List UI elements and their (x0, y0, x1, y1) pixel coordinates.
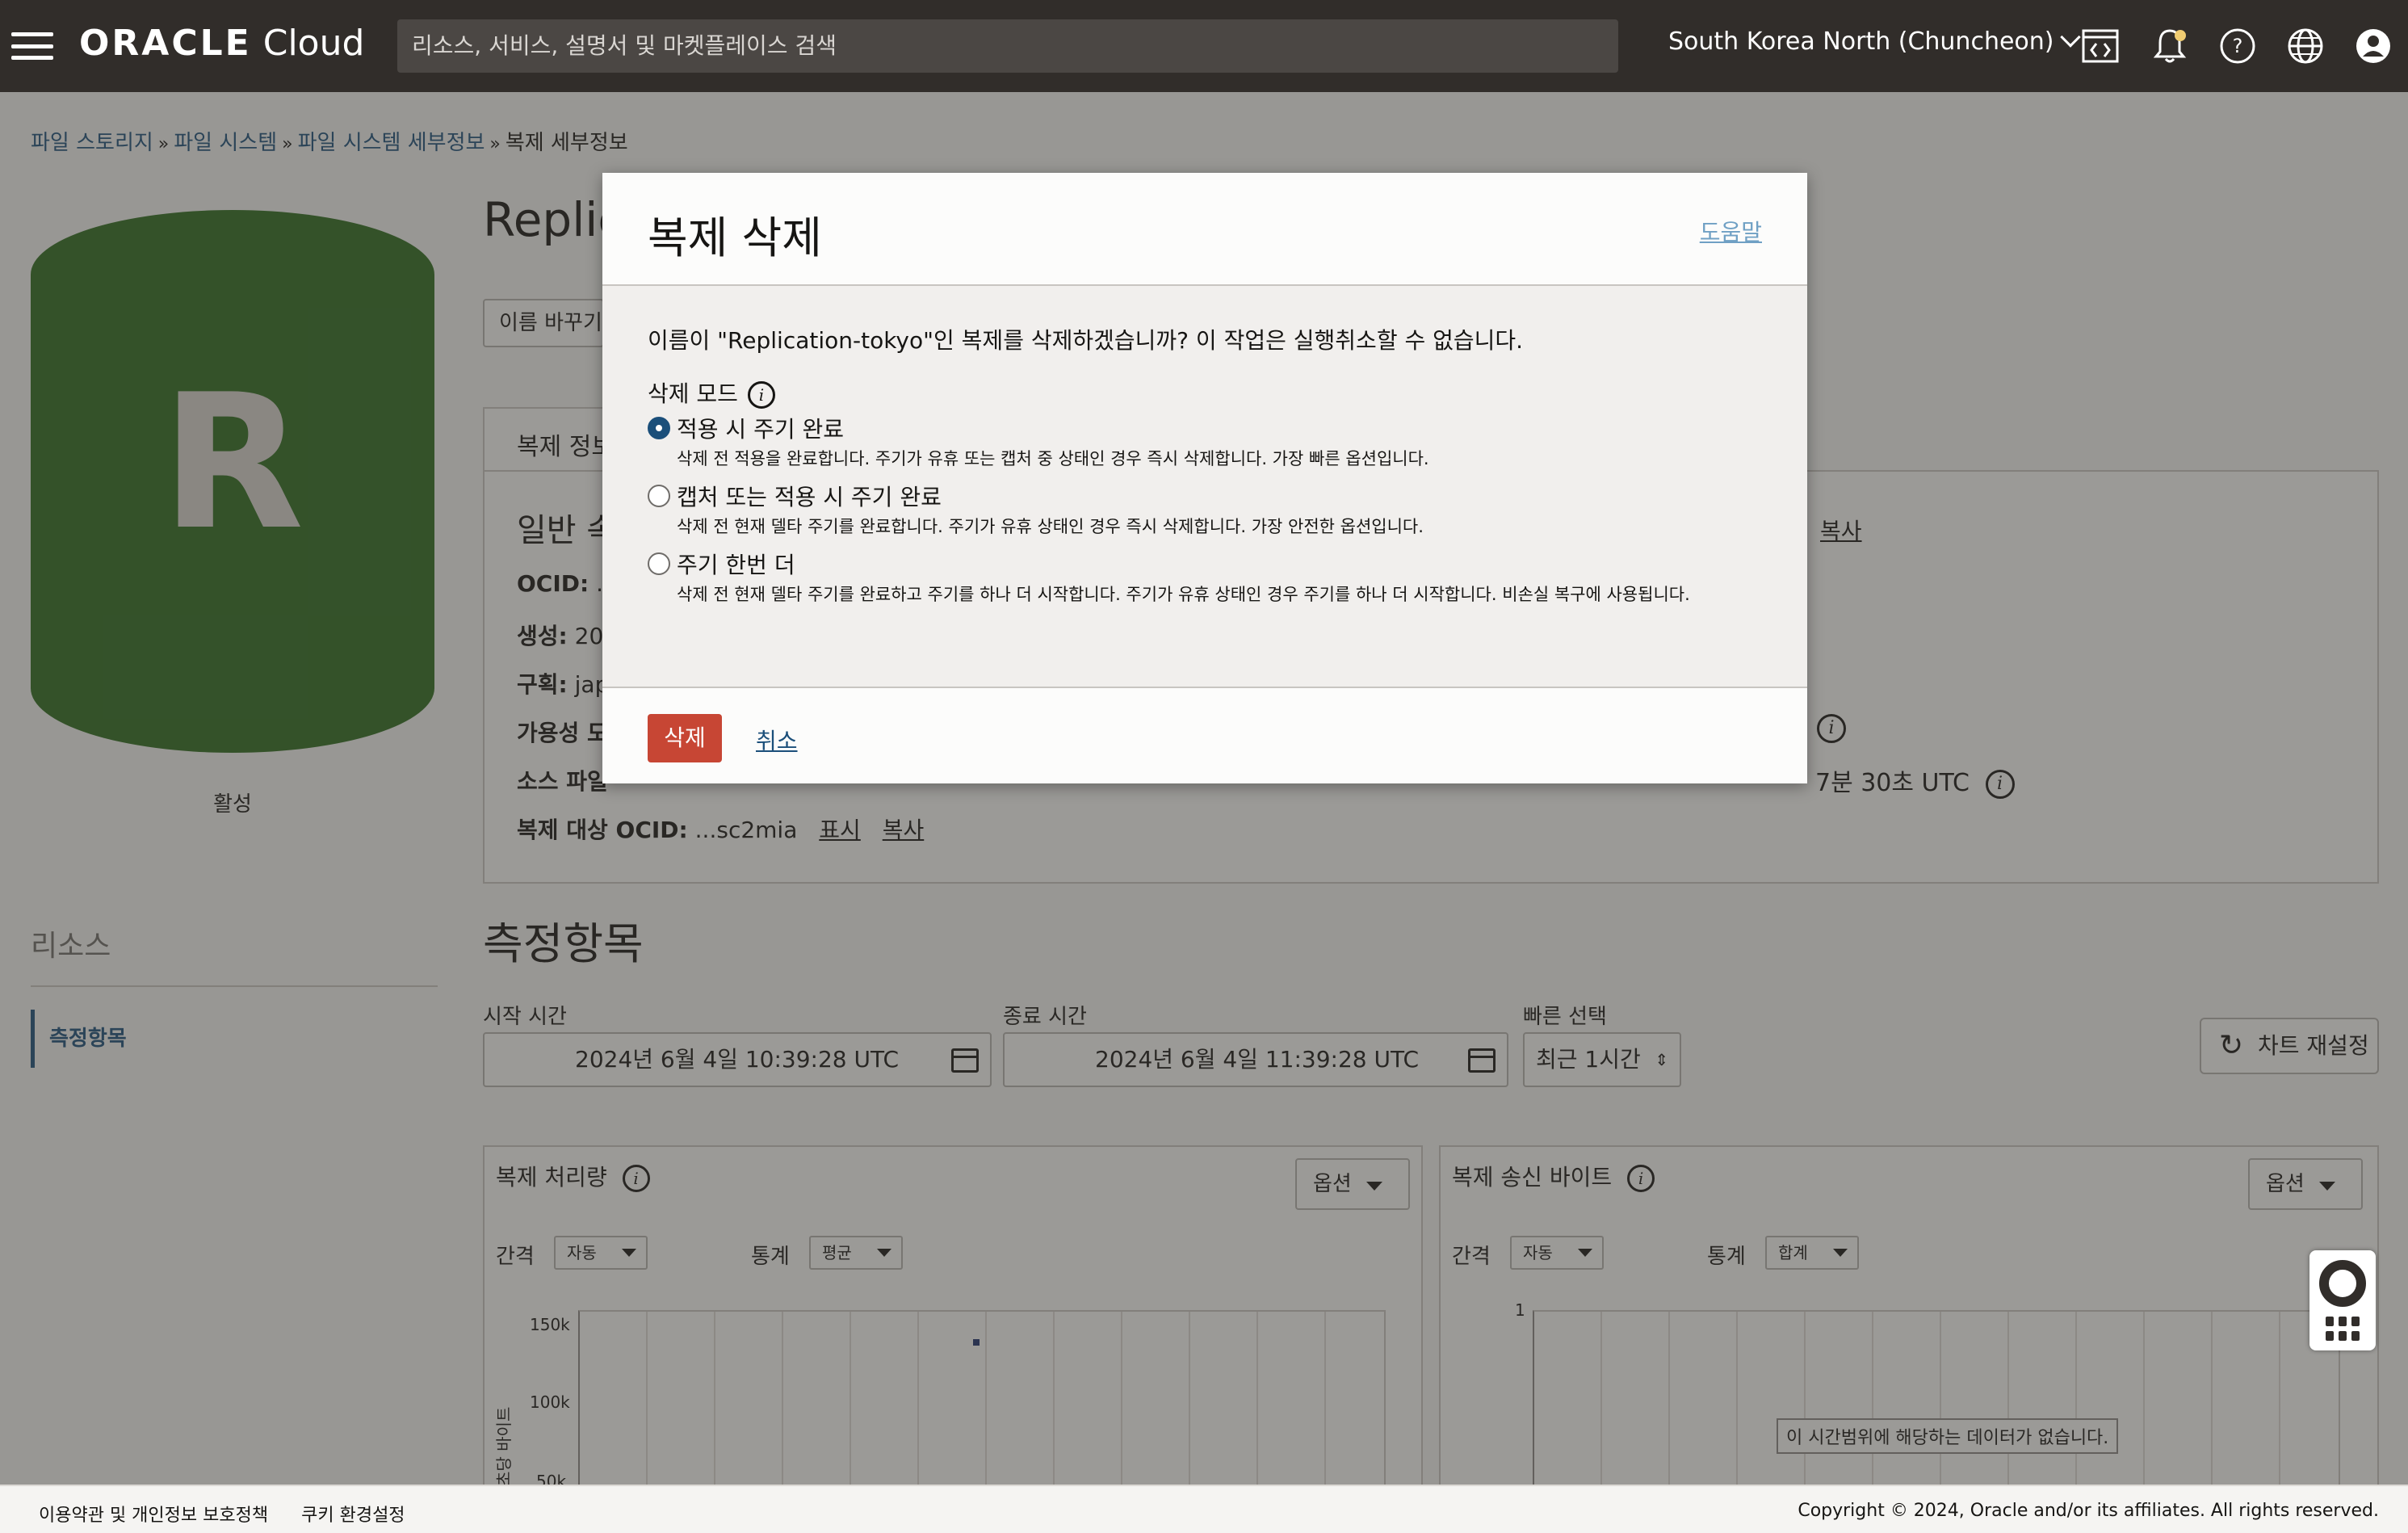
help-widget[interactable] (2309, 1250, 2376, 1350)
help-link[interactable]: 도움말 (1700, 215, 1762, 247)
option-description: 삭제 전 현재 델타 주기를 완료합니다. 주기가 유휴 상태인 경우 즉시 삭… (677, 517, 1424, 536)
lifebuoy-icon (2319, 1260, 2366, 1307)
apps-grid-icon (2326, 1317, 2360, 1341)
option-title: 캡처 또는 적용 시 주기 완료 (677, 484, 942, 510)
code-editor-icon[interactable] (2082, 27, 2119, 65)
radio-button-selected[interactable] (648, 417, 670, 439)
bell-icon[interactable] (2151, 27, 2188, 65)
option-description: 삭제 전 현재 델타 주기를 완료하고 주기를 하나 더 시작합니다. 주기가 … (677, 585, 1690, 604)
chevron-down-icon (2060, 27, 2082, 48)
cookie-preferences-link[interactable]: 쿠키 환경설정 (301, 1506, 405, 1526)
user-icon[interactable] (2355, 27, 2392, 65)
dialog-footer: 삭제 취소 (602, 687, 1807, 783)
delete-mode-label: 삭제 모드 i (648, 376, 775, 409)
menu-icon[interactable] (11, 32, 53, 60)
region-name: South Korea North (Chuncheon) (1668, 27, 2054, 56)
globe-icon[interactable] (2287, 27, 2324, 65)
copyright-text: Copyright © 2024, Oracle and/or its affi… (1798, 1501, 2379, 1521)
delete-button[interactable]: 삭제 (648, 714, 722, 762)
option-title: 적용 시 주기 완료 (677, 416, 845, 443)
confirmation-message: 이름이 "Replication-tokyo"인 복제를 삭제하겠습니까? 이 … (648, 327, 1524, 354)
page-footer: 이용약관 및 개인정보 보호정책 쿠키 환경설정 Copyright © 202… (0, 1485, 2408, 1533)
region-selector[interactable]: South Korea North (Chuncheon) (1668, 27, 2082, 56)
option-title: 주기 한번 더 (677, 552, 795, 578)
help-icon[interactable]: ? (2219, 27, 2256, 65)
search-input[interactable]: 리소스, 서비스, 설명서 및 마켓플레이스 검색 (397, 19, 1618, 73)
oracle-cloud-logo[interactable]: ORACLE Cloud (79, 23, 364, 64)
radio-button[interactable] (648, 485, 670, 507)
svg-text:?: ? (2233, 35, 2243, 57)
terms-privacy-link[interactable]: 이용약관 및 개인정보 보호정책 (39, 1506, 268, 1526)
radio-button[interactable] (648, 552, 670, 575)
info-icon[interactable]: i (747, 381, 775, 409)
option-description: 삭제 전 적용을 완료합니다. 주기가 유휴 또는 캡처 중 상태인 경우 즉시… (677, 449, 1429, 468)
top-navigation-bar: ORACLE Cloud 리소스, 서비스, 설명서 및 마켓플레이스 검색 S… (0, 0, 2408, 92)
cancel-button[interactable]: 취소 (756, 724, 798, 756)
dialog-header: 복제 삭제 도움말 (602, 173, 1807, 286)
dialog-title: 복제 삭제 (648, 212, 822, 263)
delete-replication-dialog: 복제 삭제 도움말 이름이 "Replication-tokyo"인 복제를 삭… (602, 173, 1807, 783)
